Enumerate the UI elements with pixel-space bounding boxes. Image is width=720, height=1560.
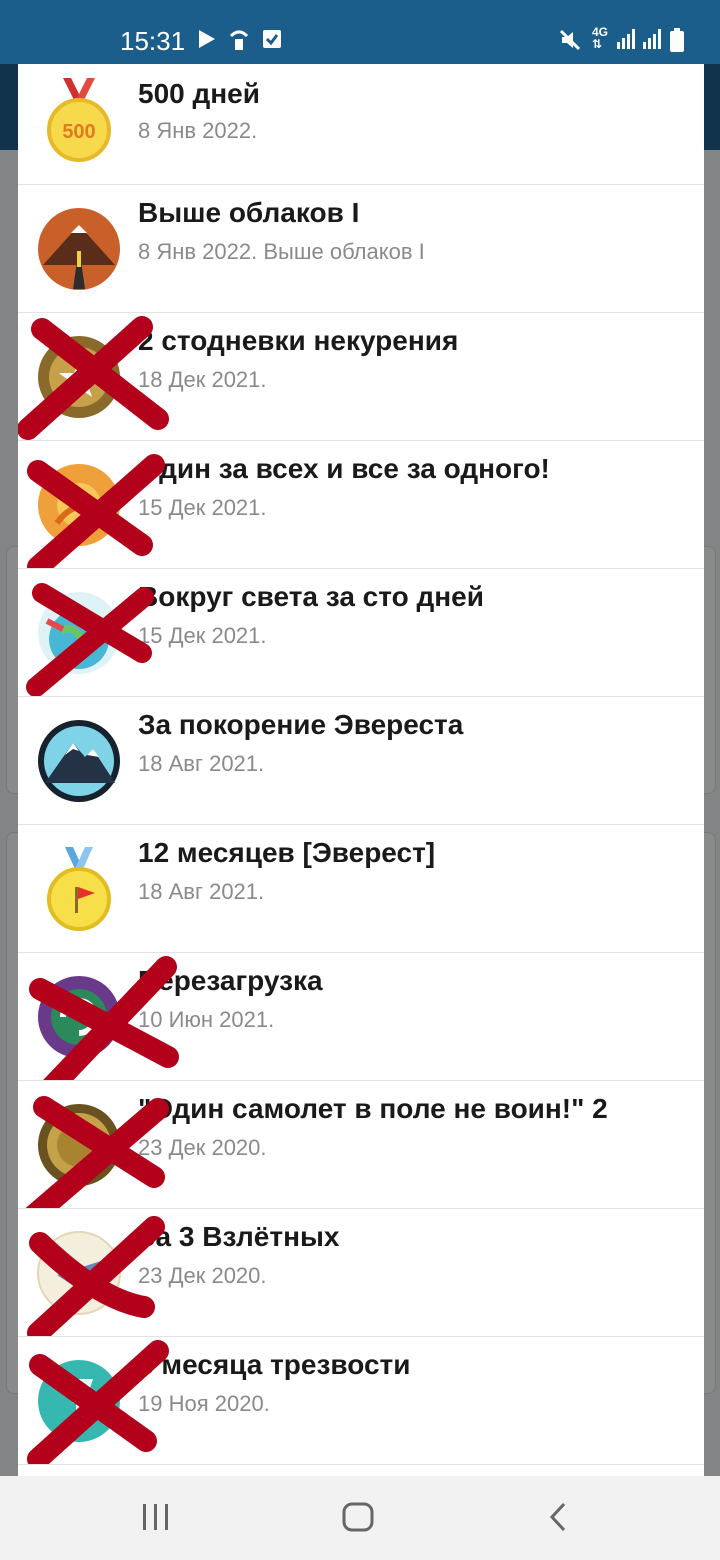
recent-apps-icon[interactable] (140, 1496, 172, 1540)
list-item[interactable]: За 3 Взлётных 23 Дек 2020. (18, 1209, 704, 1337)
item-subtitle: 10 Июн 2021. (138, 1007, 275, 1032)
list-item[interactable]: За покорение Эвереста 18 Авг 2021. (18, 697, 704, 825)
reload-icon (38, 976, 120, 1058)
list-item[interactable]: 3 месяца трезвости 19 Ноя 2020. (18, 1337, 704, 1465)
list-item[interactable]: "Один самолет в поле не воин!" 2 23 Дек … (18, 1081, 704, 1209)
mountain-road-icon (38, 208, 120, 290)
medal-flag-icon (47, 847, 111, 931)
item-subtitle: 18 Авг 2021. (138, 751, 265, 776)
list-item[interactable] (18, 1465, 704, 1476)
item-title: За покорение Эвереста (138, 709, 464, 740)
item-title: Вокруг света за сто дней (138, 581, 484, 612)
back-icon[interactable] (546, 1496, 570, 1540)
item-title: Выше облаков I (138, 197, 360, 228)
network-4g-icon: 4G ⇅ (592, 25, 609, 51)
item-subtitle: 23 Дек 2020. (138, 1263, 267, 1288)
list-item[interactable]: 500 500 дней 8 Янв 2022. (18, 64, 704, 185)
item-subtitle: 18 Дек 2021. (138, 367, 267, 392)
coin-icon (38, 1104, 120, 1186)
achievements-list[interactable]: 500 500 дней 8 Янв 2022. Выше облаков I … (18, 64, 704, 1476)
medal-500-icon: 500 (47, 78, 111, 162)
plane-badge-icon (37, 1231, 121, 1315)
item-title: 2 стодневки некурения (138, 325, 459, 356)
glass-icon (38, 1360, 120, 1442)
item-subtitle: 19 Ноя 2020. (138, 1391, 270, 1416)
item-subtitle: 18 Авг 2021. (138, 879, 265, 904)
list-item[interactable]: 12 месяцев [Эверест] 18 Авг 2021. (18, 825, 704, 953)
list-item[interactable]: Выше облаков I 8 Янв 2022. Выше облаков … (18, 185, 704, 313)
item-title: 3 месяца трезвости (138, 1349, 411, 1380)
item-title: За 3 Взлётных (138, 1221, 340, 1252)
item-title: "Один самолет в поле не воин!" 2 (138, 1093, 608, 1124)
sun-badge-icon (38, 464, 120, 546)
network-label: 4G (592, 25, 609, 39)
globe-icon (38, 592, 120, 674)
list-item[interactable]: Перезагрузка 10 Июн 2021. (18, 953, 704, 1081)
item-subtitle: 15 Дек 2021. (138, 623, 267, 648)
item-subtitle: 8 Янв 2022. Выше облаков I (138, 239, 425, 264)
item-title: 12 месяцев [Эверест] (138, 837, 436, 868)
signal-icon (617, 29, 635, 49)
list-item[interactable]: Один за всех и все за одного! 15 Дек 202… (18, 441, 704, 569)
status-bar: 15:31 4G ⇅ (0, 0, 720, 64)
home-icon[interactable] (340, 1496, 376, 1540)
wifi-hotspot-icon (229, 30, 249, 50)
item-title: Один за всех и все за одного! (138, 453, 550, 484)
item-subtitle: 15 Дек 2021. (138, 495, 267, 520)
status-time: 15:31 (120, 26, 186, 56)
svg-text:500: 500 (62, 121, 95, 143)
list-item[interactable]: Вокруг света за сто дней 15 Дек 2021. (18, 569, 704, 697)
star-badge-icon (38, 336, 120, 418)
item-subtitle: 23 Дек 2020. (138, 1135, 267, 1160)
item-title: Перезагрузка (138, 965, 323, 996)
task-check-icon (263, 30, 281, 48)
item-title: 500 дней (138, 78, 260, 109)
play-store-icon (199, 30, 215, 48)
signal-icon (643, 29, 661, 49)
item-subtitle: 8 Янв 2022. (138, 118, 258, 143)
mute-icon (559, 29, 581, 51)
list-item[interactable]: 2 стодневки некурения 18 Дек 2021. (18, 313, 704, 441)
everest-icon (38, 720, 120, 802)
battery-icon (670, 28, 684, 52)
navigation-bar (0, 1476, 720, 1560)
